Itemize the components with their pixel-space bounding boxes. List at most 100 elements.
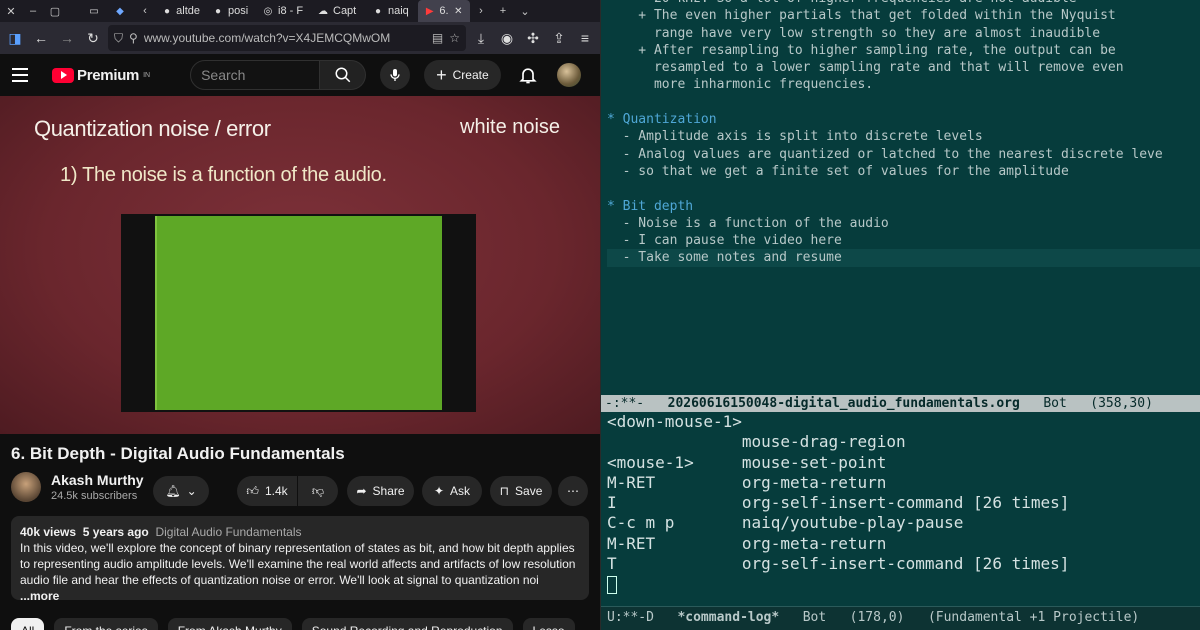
- channel-avatar[interactable]: [11, 472, 41, 502]
- org-heading[interactable]: * Bit depth: [607, 198, 1200, 215]
- tab-1[interactable]: ◆: [108, 0, 134, 22]
- tab-label: posi: [228, 5, 249, 17]
- brand-text: Premium: [77, 66, 140, 84]
- text-cursor: [607, 574, 1200, 594]
- command-log-row: M-RET org-meta-return: [607, 534, 1200, 554]
- org-line[interactable]: - I can pause the video here: [607, 232, 1200, 249]
- description-body: In this video, we'll explore the concept…: [20, 541, 576, 587]
- tab-list-icon[interactable]: ⌄: [514, 0, 536, 22]
- org-line[interactable]: - so that we get a finite set of values …: [607, 163, 1200, 180]
- org-line[interactable]: resampled to a lower sampling rate and t…: [607, 59, 1200, 76]
- tab-4[interactable]: ◎ i8 - F: [256, 0, 311, 22]
- voice-search-button[interactable]: [380, 60, 411, 90]
- log-key: I: [607, 493, 742, 513]
- major-modes: (Fundamental +1 Projectile): [927, 610, 1140, 625]
- org-line[interactable]: [607, 94, 1200, 111]
- buffer-name[interactable]: 20260616150048-digital_audio_fundamental…: [668, 396, 1020, 411]
- org-line[interactable]: - Amplitude axis is split into discrete …: [607, 128, 1200, 145]
- org-line[interactable]: + The even higher partials that get fold…: [607, 7, 1200, 24]
- ask-button[interactable]: ✦ Ask: [422, 476, 482, 506]
- maximize-window-icon[interactable]: ▢: [44, 0, 66, 22]
- url-text[interactable]: www.youtube.com/watch?v=X4JEMCQMwOM: [144, 31, 426, 45]
- chip-lessons[interactable]: Lesso: [522, 618, 575, 630]
- account-icon[interactable]: ◉: [496, 27, 518, 49]
- reader-view-icon[interactable]: ▤: [432, 31, 443, 45]
- tab-0[interactable]: ▭: [82, 0, 108, 22]
- close-window-icon[interactable]: ✕: [0, 0, 22, 22]
- bell-icon: [518, 68, 537, 84]
- create-button[interactable]: + Create: [424, 60, 501, 90]
- tab-strip: ✕ – ▢ ▭ ◆ ‹ ● altde ● posi ◎ i8 - F ☁ Capt ●…: [0, 0, 600, 22]
- url-bar[interactable]: ⛉ ⚲ www.youtube.com/watch?v=X4JEMCQMwOM …: [108, 25, 466, 51]
- command-log-row: <mouse-1> mouse-set-point: [607, 453, 1200, 473]
- buffer-name[interactable]: *command-log*: [677, 610, 779, 625]
- reload-icon[interactable]: ↻: [82, 27, 104, 49]
- forward-icon[interactable]: →: [56, 27, 78, 49]
- chip-from-channel[interactable]: From Akash Murthy: [167, 618, 292, 630]
- search-button[interactable]: [320, 60, 367, 90]
- github-icon: ●: [214, 5, 222, 17]
- user-avatar[interactable]: [556, 63, 581, 87]
- share-arrow-icon: ➦: [356, 484, 367, 498]
- org-line[interactable]: 20 kHz. So a lot of higher frequencies a…: [607, 0, 1200, 7]
- view-count: 40k views: [20, 525, 77, 539]
- tab-7-active[interactable]: ▶ 6. ✕: [418, 0, 470, 22]
- minimize-window-icon[interactable]: –: [22, 0, 44, 22]
- like-button[interactable]: 👍︎ 1.4k: [237, 476, 297, 506]
- tab-3[interactable]: ● posi: [206, 0, 256, 22]
- org-heading[interactable]: * Quantization: [607, 111, 1200, 128]
- share-button[interactable]: ➦ Share: [347, 476, 414, 506]
- sidebar-icon[interactable]: ◨: [4, 27, 26, 49]
- related-chips: All From the series From Akash Murthy So…: [11, 618, 575, 630]
- tab-5[interactable]: ☁ Capt: [311, 0, 366, 22]
- more-actions-button[interactable]: ⋯: [558, 476, 588, 506]
- playlist-link[interactable]: Digital Audio Fundamentals: [155, 525, 301, 539]
- hamburger-menu-icon[interactable]: [12, 62, 38, 88]
- tab-scroll-left-icon[interactable]: ‹: [134, 0, 156, 22]
- menu-icon[interactable]: ≡: [574, 27, 596, 49]
- chip-topic[interactable]: Sound Recording and Reproduction: [301, 618, 513, 630]
- new-tab-icon[interactable]: +: [492, 0, 514, 22]
- chip-all[interactable]: All: [11, 618, 45, 630]
- lock-icon[interactable]: ⚲: [129, 31, 138, 45]
- org-line[interactable]: - Analog values are quantized or latched…: [607, 146, 1200, 163]
- chip-from-series[interactable]: From the series: [54, 618, 158, 630]
- tab-2[interactable]: ● altde: [156, 0, 206, 22]
- share-icon[interactable]: ⇪: [548, 27, 570, 49]
- save-button[interactable]: ⊓ Save: [490, 476, 552, 506]
- org-line[interactable]: range have very low strength so they are…: [607, 25, 1200, 42]
- ask-label: Ask: [450, 484, 471, 498]
- youtube-logo[interactable]: Premium IN: [52, 67, 150, 84]
- org-mode-line: -:**- 20260616150048-digital_audio_funda…: [601, 395, 1200, 412]
- notifications-button[interactable]: [515, 62, 541, 88]
- dislike-button[interactable]: 👎︎: [298, 476, 338, 506]
- search-icon: [335, 67, 350, 83]
- close-tab-icon[interactable]: ✕: [453, 5, 464, 17]
- tab-scroll-right-icon[interactable]: ›: [470, 0, 492, 22]
- show-more-link[interactable]: ...more: [20, 589, 59, 603]
- plus-icon: +: [436, 64, 447, 85]
- org-line[interactable]: - Noise is a function of the audio: [607, 215, 1200, 232]
- search-input[interactable]: Search: [190, 60, 321, 90]
- description-meta: 40k views 5 years ago Digital Audio Fund…: [20, 524, 580, 540]
- subscription-bell-button[interactable]: 🔔︎ ⌄: [153, 476, 209, 506]
- org-buffer[interactable]: 20 kHz. So a lot of higher frequencies a…: [601, 0, 1200, 385]
- more-horizontal-icon: ⋯: [567, 484, 579, 498]
- org-line[interactable]: [607, 180, 1200, 197]
- org-line[interactable]: + After resampling to higher sampling ra…: [607, 42, 1200, 59]
- bookmark-star-icon[interactable]: ☆: [449, 31, 460, 45]
- tab-6[interactable]: ● naiq: [366, 0, 418, 22]
- description-box[interactable]: 40k views 5 years ago Digital Audio Fund…: [11, 516, 589, 603]
- back-icon[interactable]: ←: [30, 27, 52, 49]
- video-player[interactable]: Quantization noise / error white noise 1…: [0, 96, 600, 434]
- log-command: org-meta-return: [741, 472, 887, 492]
- cloud-icon: ☁: [318, 5, 328, 17]
- org-line[interactable]: - Take some notes and resume: [607, 249, 1200, 267]
- shield-icon[interactable]: ⛉: [114, 31, 123, 46]
- command-log-buffer[interactable]: <down-mouse-1> mouse-drag-region <mouse-1…: [601, 412, 1200, 606]
- downloads-icon[interactable]: ⤓: [470, 27, 492, 49]
- org-line[interactable]: more inharmonic frequencies.: [607, 76, 1200, 93]
- extensions-icon[interactable]: ✣: [522, 27, 544, 49]
- channel-name[interactable]: Akash Murthy: [51, 472, 144, 488]
